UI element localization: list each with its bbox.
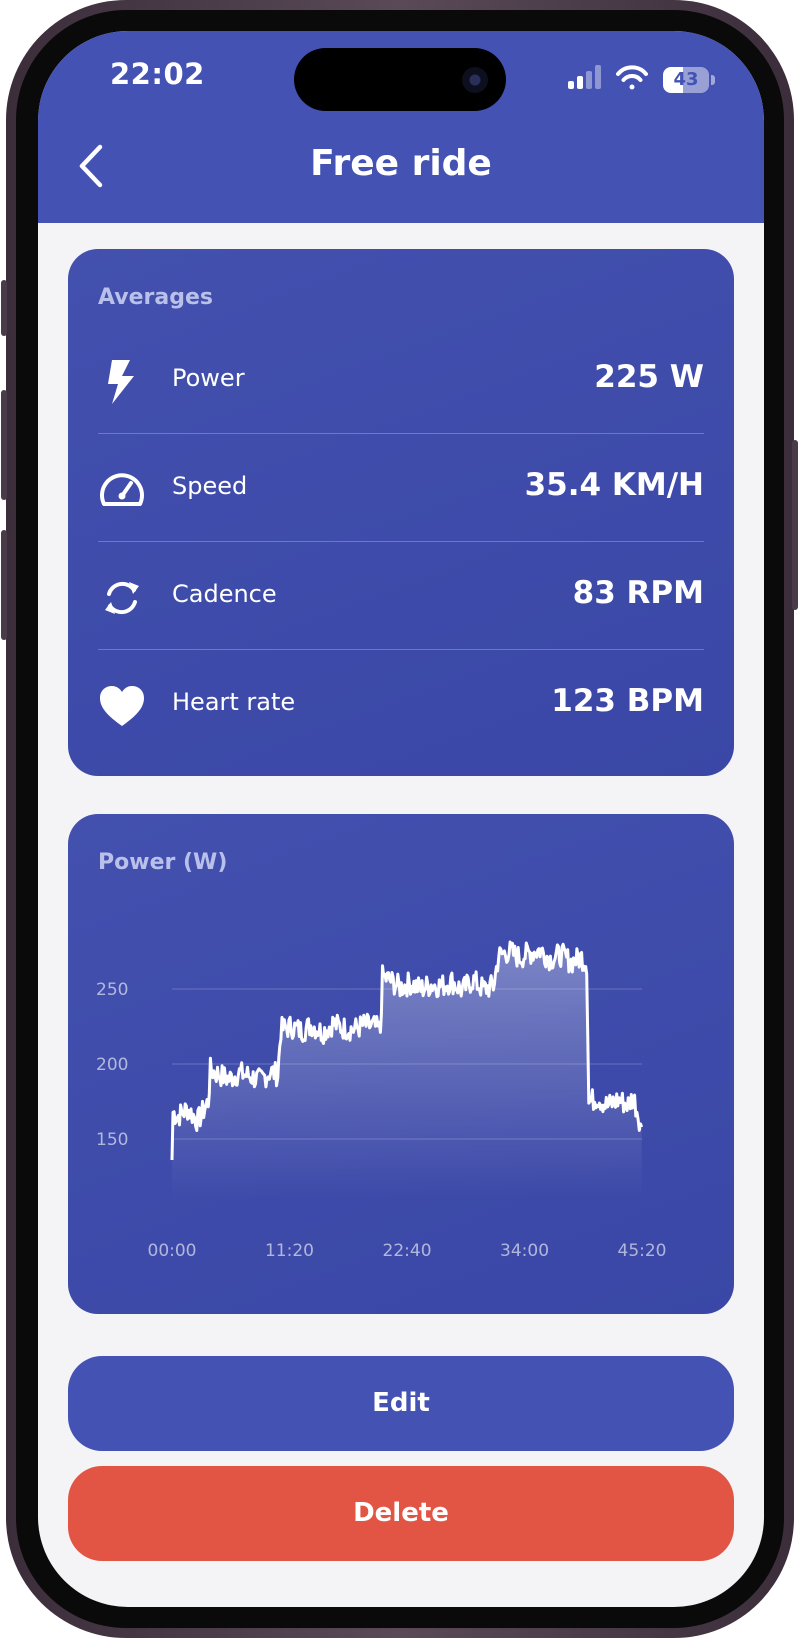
x-tick-label: 45:20	[618, 1241, 667, 1261]
power-chart: 150 200 250 00:00 11:20 22:40 34:00 45:20	[96, 940, 667, 1261]
front-camera-icon	[462, 67, 488, 93]
averages-card: Averages Power 225 W Speed 35.4 KM/H Cad…	[68, 249, 734, 776]
lightning-bolt-icon	[108, 360, 134, 404]
metric-name: Speed	[172, 472, 248, 500]
y-tick-label: 200	[96, 1055, 128, 1075]
battery-percentage: 43	[673, 69, 699, 90]
y-tick-label: 250	[96, 980, 128, 1000]
metric-value: 83 RPM	[572, 575, 704, 611]
app-header: 22:02 43 Free ride	[38, 31, 764, 223]
volume-up-button	[1, 390, 7, 500]
power-chart-card: Power (W) 150 200 250 00:00 11:20 22:40 34:00 4…	[68, 814, 734, 1314]
speedometer-icon	[100, 473, 144, 506]
metric-value: 35.4 KM/H	[524, 467, 704, 503]
action-button	[1, 280, 7, 336]
heart-icon	[100, 686, 144, 726]
dynamic-island	[294, 48, 506, 111]
wifi-icon	[616, 65, 648, 90]
metric-value: 225 W	[594, 359, 704, 395]
x-tick-label: 22:40	[383, 1241, 432, 1261]
status-icons	[568, 65, 648, 90]
x-tick-label: 34:00	[500, 1241, 549, 1261]
cellular-signal-icon	[568, 65, 601, 89]
edit-button[interactable]: Edit	[68, 1356, 734, 1451]
cycle-arrows-icon	[105, 581, 139, 615]
delete-button[interactable]: Delete	[68, 1466, 734, 1561]
battery-indicator: 43	[663, 67, 709, 93]
metric-row-speed: Speed 35.4 KM/H	[98, 434, 704, 542]
metric-row-cadence: Cadence 83 RPM	[98, 542, 704, 650]
metric-row-heart-rate: Heart rate 123 BPM	[98, 650, 704, 758]
app-screen: 22:02 43 Free ride Averages Power 225 W …	[38, 31, 764, 1607]
metric-name: Power	[172, 364, 245, 392]
battery-tip-icon	[711, 75, 715, 85]
x-tick-label: 00:00	[148, 1241, 197, 1261]
y-tick-label: 150	[96, 1130, 128, 1150]
power-button	[792, 440, 798, 610]
metric-value: 123 BPM	[551, 683, 704, 719]
metric-name: Heart rate	[172, 688, 296, 716]
page-title: Free ride	[310, 143, 492, 184]
metric-row-power: Power 225 W	[98, 326, 704, 434]
status-time: 22:02	[110, 57, 205, 91]
volume-down-button	[1, 530, 7, 640]
metric-name: Cadence	[172, 580, 277, 608]
x-tick-label: 11:20	[265, 1241, 314, 1261]
averages-label: Averages	[98, 285, 213, 310]
